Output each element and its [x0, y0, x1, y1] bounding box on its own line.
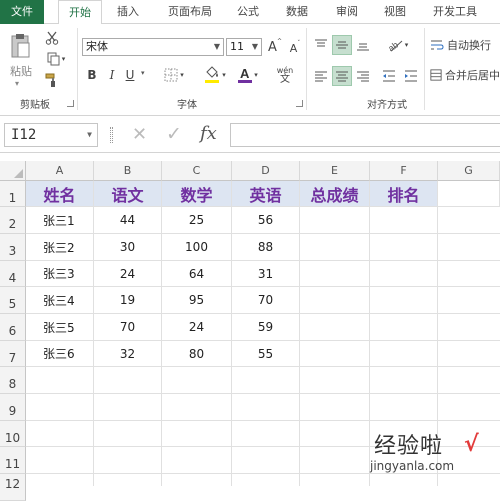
svg-text:A: A — [240, 66, 250, 81]
tab-data[interactable]: 数据 — [276, 0, 318, 24]
merge-center-label: 合并后居中 — [445, 69, 500, 82]
fill-color-button[interactable]: ▾ — [200, 64, 230, 86]
align-top-icon — [315, 39, 327, 47]
paintbrush-icon — [45, 73, 55, 87]
align-middle-button[interactable] — [332, 35, 352, 55]
group-divider — [77, 28, 78, 110]
align-right-icon — [357, 71, 369, 82]
cut-button[interactable] — [44, 30, 60, 46]
watermark-title: 经验啦 — [374, 434, 444, 459]
scissors-icon — [45, 31, 59, 45]
name-box[interactable]: I12 ▼ — [4, 123, 98, 147]
outdent-icon — [383, 70, 395, 82]
chevron-down-icon: ▼ — [251, 42, 258, 51]
copy-button[interactable]: ▾ — [44, 51, 68, 67]
chevron-down-icon: ▼ — [87, 130, 92, 139]
clipboard-launcher-icon[interactable] — [67, 100, 74, 107]
decrease-indent-button[interactable] — [380, 66, 398, 86]
shrink-font-glyph: A — [289, 41, 298, 55]
font-name-value: 宋体 — [86, 40, 108, 53]
ribbon-tabs: 文件 开始 插入 页面布局 公式 数据 审阅 视图 开发工具 — [0, 0, 500, 25]
formula-bar-splitter[interactable] — [110, 127, 113, 143]
orientation-button[interactable]: ab ▾ — [384, 35, 412, 55]
checkmark-icon: √ — [464, 432, 479, 457]
wrap-text-label: 自动换行 — [447, 39, 491, 52]
paste-dropdown-arrow[interactable]: ▾ — [15, 79, 19, 88]
phonetic-guide-button[interactable]: wén 文 — [272, 62, 298, 88]
clipboard-icon — [11, 34, 30, 58]
wrap-text-button[interactable]: 自动换行 — [430, 36, 500, 54]
align-middle-icon — [336, 41, 348, 49]
cancel-icon[interactable]: ✕ — [132, 124, 147, 145]
align-top-button[interactable] — [312, 35, 330, 55]
group-divider — [306, 28, 307, 110]
caret-up-icon: ^ — [276, 38, 282, 45]
insert-function-icon[interactable]: fx — [200, 123, 217, 144]
text-orientation-icon: ab — [388, 40, 403, 52]
borders-button[interactable]: ▾ — [160, 66, 188, 84]
watermark-url: jingyanla.com — [370, 459, 455, 473]
chevron-down-icon: ▼ — [213, 42, 220, 51]
decrease-font-size-button[interactable]: Aˇ — [288, 40, 302, 56]
increase-font-size-button[interactable]: A ^ — [268, 38, 282, 56]
formula-buttons: ✕ ✓ fx — [126, 123, 226, 147]
watermark: 经验啦 √ jingyanla.com — [364, 428, 494, 480]
indent-icon — [405, 70, 417, 82]
formula-input[interactable] — [230, 123, 500, 147]
alignment-group-label: 对齐方式 — [367, 100, 407, 111]
underline-dropdown-arrow[interactable]: ▾ — [141, 69, 145, 77]
border-icon — [164, 68, 178, 82]
align-bottom-icon — [357, 43, 369, 51]
svg-text:ab: ab — [388, 40, 400, 52]
align-center-button[interactable] — [332, 66, 352, 86]
tab-home[interactable]: 开始 — [58, 0, 102, 25]
italic-button[interactable]: I — [104, 66, 120, 84]
font-size-value: 11 — [230, 40, 244, 53]
tab-review[interactable]: 审阅 — [326, 0, 368, 24]
group-divider — [424, 28, 425, 110]
tab-developer[interactable]: 开发工具 — [424, 0, 486, 24]
formula-bar: I12 ▼ ✕ ✓ fx — [0, 117, 500, 153]
ribbon: 粘贴 ▾ ▾ 剪贴板 宋体 ▼ 11 ▼ A ^ Aˇ B I U ▾ ▾ ▾ … — [0, 24, 500, 116]
wrap-text-icon — [431, 40, 444, 50]
align-left-button[interactable] — [312, 66, 330, 86]
font-launcher-icon[interactable] — [296, 100, 303, 107]
underline-button[interactable]: U — [122, 66, 138, 84]
name-box-value: I12 — [11, 127, 37, 143]
tab-page-layout[interactable]: 页面布局 — [158, 0, 222, 24]
copy-icon — [47, 52, 60, 66]
align-right-button[interactable] — [354, 66, 372, 86]
format-painter-button[interactable] — [44, 72, 60, 88]
tab-file[interactable]: 文件 — [0, 0, 44, 24]
paste-label: 粘贴 — [10, 65, 32, 78]
font-group-label: 字体 — [177, 100, 197, 111]
grow-font-glyph: A — [268, 39, 277, 55]
clipboard-group-label: 剪贴板 — [20, 100, 50, 111]
tab-formulas[interactable]: 公式 — [228, 0, 268, 24]
align-left-icon — [315, 71, 327, 82]
font-size-combo[interactable]: 11 ▼ — [226, 38, 262, 56]
paint-bucket-icon — [205, 66, 220, 83]
font-color-icon: A — [238, 66, 253, 83]
tab-view[interactable]: 视图 — [374, 0, 416, 24]
merge-center-button[interactable]: 合并后居中 — [430, 66, 500, 84]
bold-button[interactable]: B — [84, 66, 100, 84]
merge-cells-icon — [430, 69, 442, 81]
caret-down-icon: ˇ — [297, 40, 301, 47]
tab-insert[interactable]: 插入 — [106, 0, 150, 24]
font-color-button[interactable]: A ▾ — [234, 64, 262, 86]
font-name-combo[interactable]: 宋体 ▼ — [82, 38, 224, 56]
phonetic-char: 文 — [280, 74, 290, 85]
paste-button[interactable] — [8, 32, 32, 60]
enter-icon[interactable]: ✓ — [166, 123, 182, 145]
align-center-icon — [336, 71, 348, 82]
align-bottom-button[interactable] — [354, 35, 372, 55]
increase-indent-button[interactable] — [402, 66, 420, 86]
